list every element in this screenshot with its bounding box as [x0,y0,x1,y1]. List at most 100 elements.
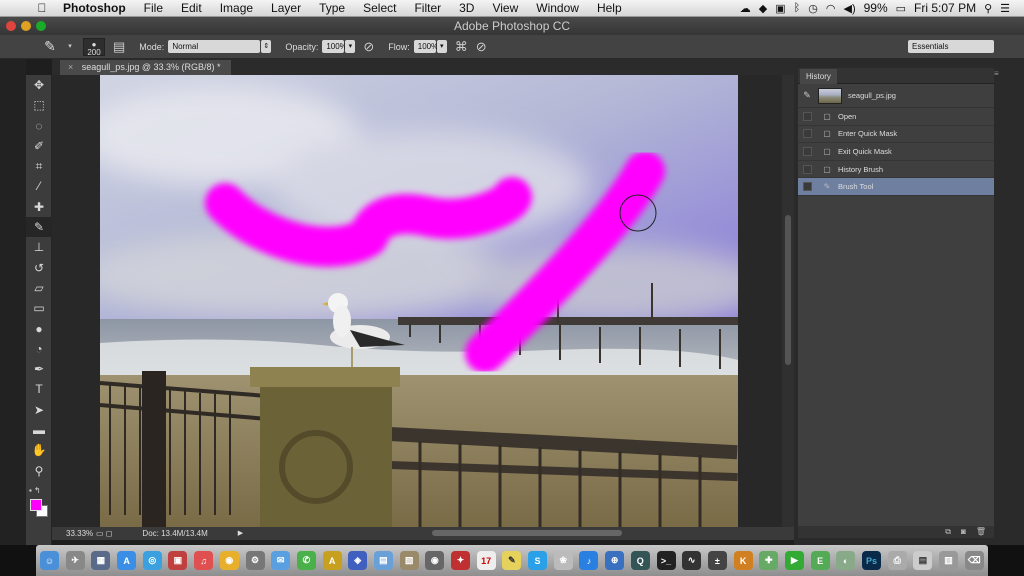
menu-3d[interactable]: 3D [450,0,483,17]
blur-tool-icon[interactable]: ● [26,319,52,339]
pressure-size-icon[interactable]: ⊘ [476,39,487,55]
menu-filter[interactable]: Filter [405,0,450,17]
terminal-icon[interactable]: >_ [656,551,676,570]
foreground-color-swatch[interactable] [30,499,42,511]
menu-window[interactable]: Window [527,0,588,17]
gradient-tool-icon[interactable]: ▭ [26,298,52,318]
printer-icon[interactable]: ⎙ [887,551,907,570]
new-document-from-state-icon[interactable]: ⧉ [945,526,951,538]
photoshop-icon[interactable]: Ps [862,551,881,570]
safari-icon[interactable]: ◎ [142,551,162,570]
delete-state-icon[interactable]: 🗑 [976,526,986,538]
network-icon[interactable]: ◈ [348,551,368,570]
move-tool-icon[interactable]: ✥ [26,75,52,95]
history-brush-source-box[interactable] [803,182,812,192]
brush-panel-toggle-icon[interactable]: ▤ [113,39,125,55]
evernote-icon[interactable]: E [810,551,830,570]
history-brush-tool-icon[interactable]: ↺ [26,258,52,278]
history-state-enter-quick-mask[interactable]: ▢ Enter Quick Mask [798,126,994,144]
close-window-button[interactable] [6,21,16,31]
healing-brush-tool-icon[interactable]: ✚ [26,197,52,217]
remote-desktop-icon[interactable]: ▣ [168,551,188,570]
document-image[interactable] [100,75,738,527]
documents-icon[interactable]: ▤ [913,551,933,570]
folder-icon[interactable]: ▤ [373,551,393,570]
downloads-stack-icon[interactable]: ▥ [939,551,959,570]
app-store-icon[interactable]: A [117,551,137,570]
facetime-icon[interactable]: ▶ [784,551,804,570]
photos-icon[interactable]: ❀ [553,551,573,570]
history-brush-source-box[interactable] [803,164,812,174]
type-tool-icon[interactable]: T [26,379,52,399]
clone-stamp-tool-icon[interactable]: ⊥ [26,237,52,257]
creative-cloud-icon[interactable]: ☁ [740,2,751,15]
kindle-icon[interactable]: K [733,551,753,570]
brush-preset-picker-icon[interactable]: ✎ [36,38,64,55]
history-brush-source-box[interactable] [803,146,812,156]
flow-input[interactable]: 100% [413,40,438,53]
eyedropper-tool-icon[interactable]: ⁄ [26,176,52,196]
new-snapshot-icon[interactable]: ◙ [961,526,966,538]
status-icons[interactable]: ▭ ◻ [96,527,112,540]
quicktime-icon[interactable]: Q [630,551,650,570]
chrome-icon[interactable]: ◉ [219,551,239,570]
history-snapshot[interactable]: ✎ seagull_ps.jpg [798,84,994,108]
battery-icon[interactable]: ▭ [896,2,906,15]
horizontal-scrollbar-thumb[interactable] [432,530,622,536]
menubar-clock[interactable]: Fri 5:07 PM [914,1,976,15]
finder-icon[interactable]: ☺ [40,551,59,570]
menu-image[interactable]: Image [211,0,262,17]
wifi-icon[interactable]: ◠ [826,2,836,15]
canvas-vertical-scrollbar[interactable] [782,75,794,527]
mail-icon[interactable]: ✉ [271,551,291,570]
history-brush-source-box[interactable] [803,111,812,121]
mode-select[interactable]: Normal [168,40,261,53]
mode-dropdown-arrow[interactable]: ⇕ [261,40,272,53]
menu-view[interactable]: View [483,0,527,17]
calendar-icon[interactable]: 17 [476,551,496,570]
scrollbar-thumb[interactable] [785,215,791,365]
dodge-tool-icon[interactable]: ◔ [26,339,52,359]
presentation-icon[interactable]: ✦ [451,551,470,570]
volume-icon[interactable]: ◀) [843,2,855,15]
menu-type[interactable]: Type [310,0,354,17]
brush-size-picker[interactable]: ● 200 [83,37,105,56]
apple-menu-icon[interactable]:  [30,1,54,15]
battery-percent[interactable]: 99% [864,1,888,15]
acrobat-icon[interactable]: A [322,551,342,570]
system-preferences-icon[interactable]: ⚙ [245,551,265,570]
itunes-icon[interactable]: ♫ [194,551,214,570]
quicktime-player-icon[interactable]: ◐ [836,551,856,570]
history-brush-source-icon[interactable]: ✎ [798,90,816,101]
calculator-icon[interactable]: ± [707,551,727,570]
preset-dropdown-arrow[interactable]: ▾ [65,40,75,53]
menu-layer[interactable]: Layer [262,0,310,17]
panel-menu-icon[interactable]: ≡ [994,69,1006,78]
camera-icon[interactable]: ◉ [425,551,445,570]
crop-tool-icon[interactable]: ⌗ [26,156,52,176]
pen-tool-icon[interactable]: ✒ [26,359,52,379]
messages-icon[interactable]: ✆ [296,551,316,570]
history-brush-source-box[interactable] [803,129,812,139]
history-state-open[interactable]: ▢ Open [798,108,994,126]
zoom-level[interactable]: 33.33% [52,527,96,540]
brush-tool-icon[interactable]: ✎ [26,217,52,238]
zoom-window-button[interactable] [36,21,46,31]
hand-tool-icon[interactable]: ✋ [26,440,52,460]
notes-icon[interactable]: ✎ [502,551,522,570]
lasso-tool-icon[interactable]: ◌ [26,116,52,136]
document-tab[interactable]: × seagull_ps.jpg @ 33.3% (RGB/8) * [60,60,231,75]
rectangle-tool-icon[interactable]: ▬ [26,420,52,440]
history-state-history-brush[interactable]: ▢ History Brush [798,161,994,179]
opacity-dropdown-arrow[interactable]: ▾ [345,40,356,53]
skype-icon[interactable]: S [528,551,548,570]
activity-monitor-icon[interactable]: ∿ [682,551,702,570]
doc-size[interactable]: Doc: 13.4M/13.4M [142,527,207,540]
itunes-store-icon[interactable]: ♪ [579,551,599,570]
bluetooth-icon[interactable]: ᛒ [794,2,801,14]
menu-photoshop[interactable]: Photoshop [54,0,135,17]
marquee-tool-icon[interactable]: ⬚ [26,95,52,115]
eraser-tool-icon[interactable]: ▱ [26,278,52,298]
close-document-icon[interactable]: × [68,62,73,72]
notification-center-icon[interactable]: ☰ [1000,2,1010,15]
